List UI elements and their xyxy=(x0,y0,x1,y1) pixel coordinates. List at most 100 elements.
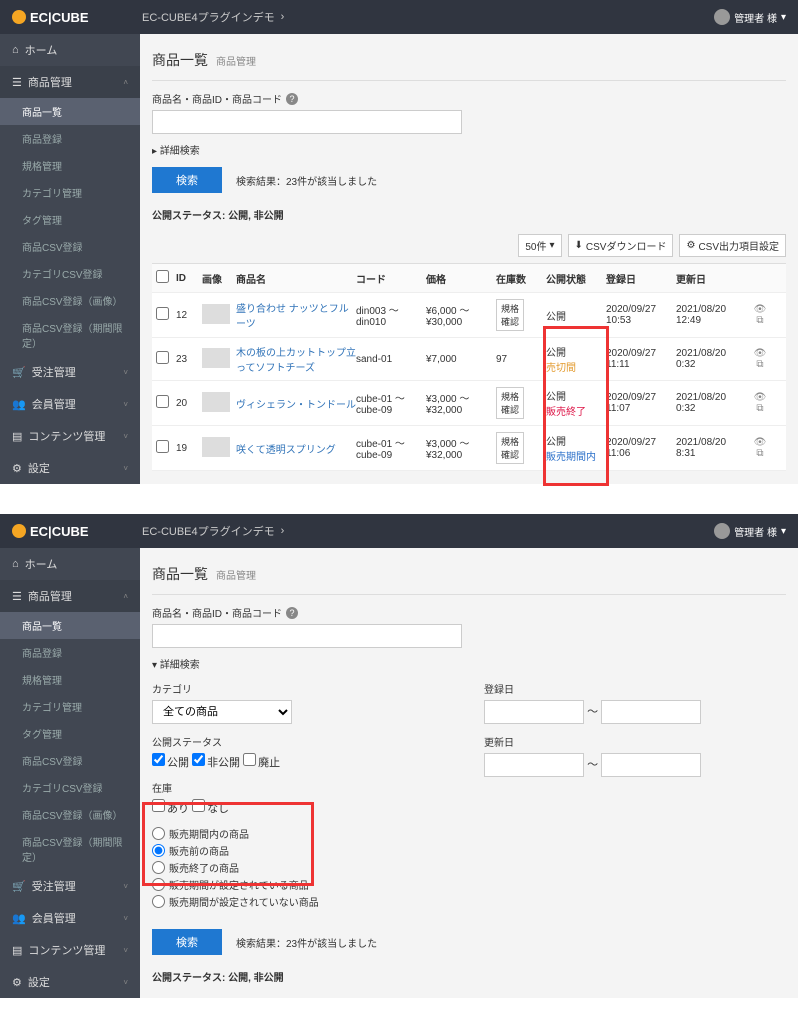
upd-date-to[interactable] xyxy=(601,753,701,777)
sidebar-item-home[interactable]: ⌂ ホーム xyxy=(0,34,140,66)
stock-no[interactable]: なし xyxy=(192,803,229,815)
advanced-search-toggle[interactable]: ▾ 詳細検索 xyxy=(152,656,200,671)
sidebar-sub-csvper[interactable]: 商品CSV登録（期間限定） xyxy=(0,314,140,356)
sidebar-item-member[interactable]: 👥 会員管理˅ xyxy=(0,902,140,934)
col-code: コード xyxy=(356,271,426,286)
sidebar-item-member[interactable]: 👥 会員管理˅ xyxy=(0,388,140,420)
table-row[interactable]: 19咲くて透明スプリングcube-01 ～ cube-09¥3,000 ～ ¥3… xyxy=(152,426,786,471)
eye-icon[interactable]: 👁 xyxy=(754,392,767,403)
stock-yes[interactable]: あり xyxy=(152,803,189,815)
breadcrumb[interactable]: EC-CUBE4プラグインデモ› xyxy=(142,9,284,25)
sidebar-item-order[interactable]: 🛒 受注管理˅ xyxy=(0,870,140,902)
sidebar-sub-catcsv[interactable]: カテゴリCSV登録 xyxy=(0,774,140,801)
search-input[interactable] xyxy=(152,624,462,648)
search-button[interactable]: 検索 xyxy=(152,929,222,955)
row-checkbox[interactable] xyxy=(156,351,169,364)
cell-name[interactable]: ヴィシェラン・トンドール xyxy=(236,396,356,411)
table-header: ID 画像 商品名 コード 価格 在庫数 公開状態 登録日 更新日 xyxy=(152,264,786,293)
sidebar-item-products[interactable]: ☰ 商品管理˄ xyxy=(0,66,140,98)
chevron-down-icon: ˅ xyxy=(123,432,128,441)
col-name: 商品名 xyxy=(236,271,356,286)
sale-period-radio[interactable]: 販売終了の商品 xyxy=(152,860,454,875)
topbar: EC|CUBE EC-CUBE4プラグインデモ› 管理者 様▾ xyxy=(0,514,798,548)
reg-date-to[interactable] xyxy=(601,700,701,724)
advanced-search-toggle[interactable]: ▸ 詳細検索 xyxy=(152,142,200,157)
copy-icon[interactable]: ⧉ xyxy=(756,315,763,326)
sidebar-item-products[interactable]: ☰ 商品管理˄ xyxy=(0,580,140,612)
sidebar-sub-csv[interactable]: 商品CSV登録 xyxy=(0,747,140,774)
eye-icon[interactable]: 👁 xyxy=(754,304,767,315)
cell-name[interactable]: 木の板の上カットトップ立ってソフトチーズ xyxy=(236,344,356,374)
stock-checks: あり なし xyxy=(152,799,454,816)
sidebar-sub-csvimg[interactable]: 商品CSV登録（画像） xyxy=(0,801,140,828)
copy-icon[interactable]: ⧉ xyxy=(756,359,763,370)
chevron-down-icon: ˅ xyxy=(123,914,128,923)
sidebar-item-order[interactable]: 🛒 受注管理˅ xyxy=(0,356,140,388)
row-checkbox[interactable] xyxy=(156,440,169,453)
ps-discontinued[interactable]: 廃止 xyxy=(243,757,280,769)
csv-config-button[interactable]: ⚙ CSV出力項目設定 xyxy=(679,234,786,257)
sidebar-sub-tag[interactable]: タグ管理 xyxy=(0,206,140,233)
per-page-select[interactable]: 50件 ▾ xyxy=(518,234,561,257)
sidebar-sub-cat[interactable]: カテゴリ管理 xyxy=(0,179,140,206)
sale-period-radio[interactable]: 販売期間が設定されている商品 xyxy=(152,877,454,892)
help-icon[interactable]: ? xyxy=(286,93,298,105)
sidebar-sub-csvimg[interactable]: 商品CSV登録（画像） xyxy=(0,287,140,314)
sidebar-item-setting[interactable]: ⚙ 設定˅ xyxy=(0,966,140,998)
search-input[interactable] xyxy=(152,110,462,134)
copy-icon[interactable]: ⧉ xyxy=(756,448,763,459)
chevron-down-icon: ˅ xyxy=(123,368,128,377)
select-all-checkbox[interactable] xyxy=(156,270,169,283)
result-count: 検索結果：23件が該当しました xyxy=(236,935,377,950)
csv-download-button[interactable]: ⬇ CSVダウンロード xyxy=(568,234,674,257)
sidebar-item-home[interactable]: ⌂ ホーム xyxy=(0,548,140,580)
sale-period-radio[interactable]: 販売前の商品 xyxy=(152,843,454,858)
sidebar-sub-cat[interactable]: カテゴリ管理 xyxy=(0,693,140,720)
cell-stock: 規格確認 xyxy=(496,387,546,419)
sidebar-item-content[interactable]: ▤ コンテンツ管理˅ xyxy=(0,934,140,966)
sidebar-sub-tag[interactable]: タグ管理 xyxy=(0,720,140,747)
sidebar-sub-catcsv[interactable]: カテゴリCSV登録 xyxy=(0,260,140,287)
sidebar-sub-reg[interactable]: 商品登録 xyxy=(0,125,140,152)
cell-actions: 👁⧉ xyxy=(746,348,774,370)
cell-thumb xyxy=(202,437,236,460)
row-checkbox[interactable] xyxy=(156,307,169,320)
chevron-down-icon: ▾ xyxy=(781,526,786,537)
logo[interactable]: EC|CUBE xyxy=(12,524,142,539)
eye-icon[interactable]: 👁 xyxy=(754,437,767,448)
row-checkbox[interactable] xyxy=(156,395,169,408)
sidebar-sub-spec[interactable]: 規格管理 xyxy=(0,666,140,693)
sale-period-radio[interactable]: 販売期間内の商品 xyxy=(152,826,454,841)
sidebar-item-setting[interactable]: ⚙ 設定˅ xyxy=(0,452,140,484)
table-row[interactable]: 23木の板の上カットトップ立ってソフトチーズsand-01¥7,00097公開売… xyxy=(152,338,786,381)
sale-period-radio[interactable]: 販売期間が設定されていない商品 xyxy=(152,894,454,909)
category-select[interactable]: 全ての商品 xyxy=(152,700,292,724)
sidebar-sub-spec[interactable]: 規格管理 xyxy=(0,152,140,179)
table-row[interactable]: 12盛り合わせ ナッツとフルーツdin003 ～ din010¥6,000 ～ … xyxy=(152,293,786,338)
cell-actions: 👁⧉ xyxy=(746,304,774,326)
cell-name[interactable]: 咲くて透明スプリング xyxy=(236,441,356,456)
logo[interactable]: EC|CUBE xyxy=(12,10,142,25)
user-menu[interactable]: 管理者 様▾ xyxy=(714,523,786,539)
cell-name[interactable]: 盛り合わせ ナッツとフルーツ xyxy=(236,300,356,330)
ps-private[interactable]: 非公開 xyxy=(192,757,240,769)
eye-icon[interactable]: 👁 xyxy=(754,348,767,359)
sidebar-sub-list[interactable]: 商品一覧 xyxy=(0,612,140,639)
help-icon[interactable]: ? xyxy=(286,607,298,619)
sidebar-item-content[interactable]: ▤ コンテンツ管理˅ xyxy=(0,420,140,452)
sidebar-sub-csv[interactable]: 商品CSV登録 xyxy=(0,233,140,260)
copy-icon[interactable]: ⧉ xyxy=(756,403,763,414)
ps-public[interactable]: 公開 xyxy=(152,757,189,769)
logo-icon xyxy=(12,524,26,538)
sidebar-sub-list[interactable]: 商品一覧 xyxy=(0,98,140,125)
sidebar-sub-reg[interactable]: 商品登録 xyxy=(0,639,140,666)
col-upd: 更新日 xyxy=(676,271,746,286)
table-row[interactable]: 20ヴィシェラン・トンドールcube-01 ～ cube-09¥3,000 ～ … xyxy=(152,381,786,426)
breadcrumb[interactable]: EC-CUBE4プラグインデモ› xyxy=(142,523,284,539)
search-button[interactable]: 検索 xyxy=(152,167,222,193)
reg-date-from[interactable] xyxy=(484,700,584,724)
category-label: カテゴリ xyxy=(152,681,454,696)
user-menu[interactable]: 管理者 様▾ xyxy=(714,9,786,25)
upd-date-from[interactable] xyxy=(484,753,584,777)
sidebar-sub-csvper[interactable]: 商品CSV登録（期間限定） xyxy=(0,828,140,870)
